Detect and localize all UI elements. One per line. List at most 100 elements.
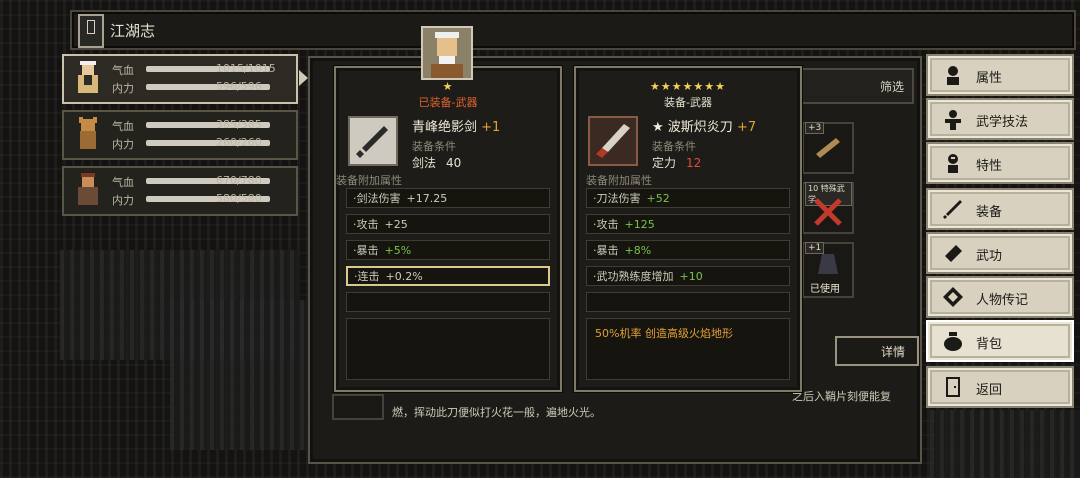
attribute-value: +52 bbox=[646, 192, 670, 205]
inventory-slot[interactable] bbox=[332, 394, 384, 420]
character-card-2[interactable]: 气血 385/385 内力 260/260 bbox=[62, 110, 298, 160]
star-icon: ★ bbox=[652, 120, 664, 135]
item-name-text: 波斯炽炎刀 bbox=[667, 120, 733, 135]
attribute-row-selected[interactable]: ·连击 +0.2% bbox=[346, 266, 550, 286]
attribute-name: ·连击 bbox=[354, 270, 380, 283]
menu-label: 装备 bbox=[976, 205, 1003, 220]
special-effect-text: 50%机率 创造高级火焰地形 bbox=[595, 327, 733, 340]
biography-icon bbox=[943, 287, 963, 307]
mp-value: 260/260 bbox=[216, 136, 262, 149]
item-name: ★ 波斯炽炎刀 +7 bbox=[652, 116, 756, 135]
filter-label: 筛选 bbox=[879, 80, 904, 94]
menu-bag[interactable]: 背包 bbox=[926, 320, 1074, 362]
item-upgrade: +1 bbox=[481, 120, 501, 135]
attribute-value: +0.2% bbox=[385, 270, 423, 283]
attribute-title: 装备附加属性 bbox=[586, 174, 652, 187]
menu-label: 返回 bbox=[976, 383, 1003, 398]
menu-traits[interactable]: 特性 bbox=[926, 142, 1074, 184]
requirement: 定力 12 bbox=[652, 154, 701, 171]
inventory-slot[interactable]: +1 已使用 bbox=[802, 242, 854, 298]
hp-value: 1015/1015 bbox=[216, 62, 276, 75]
hp-label: 气血 bbox=[112, 120, 134, 133]
requirement-value: 40 bbox=[446, 156, 462, 170]
attribute-row: ·攻击 +25 bbox=[346, 214, 550, 234]
attribute-name: ·剑法伤害 bbox=[353, 192, 401, 205]
mp-label: 内力 bbox=[112, 194, 134, 207]
item-hint-text: 之后入鞘片刻便能复 bbox=[792, 390, 891, 403]
hp-label: 气血 bbox=[112, 176, 134, 189]
filter-button[interactable]: 筛选 bbox=[800, 68, 914, 104]
attribute-name: ·暴击 bbox=[353, 244, 379, 257]
crossed-swords-icon bbox=[814, 198, 842, 226]
menu-label: 属性 bbox=[976, 71, 1003, 86]
menu-return[interactable]: 返回 bbox=[926, 366, 1074, 408]
trait-icon bbox=[948, 154, 958, 173]
attribute-value: +8% bbox=[624, 244, 652, 257]
menu-label: 背包 bbox=[976, 337, 1003, 352]
detail-label: 详情 bbox=[880, 345, 905, 359]
character-portrait-icon bbox=[78, 61, 98, 93]
item-name-text: 青峰绝影剑 bbox=[412, 120, 478, 135]
detail-button[interactable]: 详情 bbox=[835, 336, 919, 366]
item-stars: ★★★★★★★ bbox=[649, 80, 727, 93]
equipped-item-card: ★ 已装备-武器 青峰绝影剑 +1 装备条件 剑法 40 装备附加属性 ·剑法伤害… bbox=[334, 66, 562, 392]
belt-icon bbox=[816, 138, 840, 158]
attribute-value: +10 bbox=[679, 270, 703, 283]
book-icon[interactable] bbox=[78, 14, 104, 48]
hp-value: 385/385 bbox=[216, 118, 262, 131]
item-upgrade: +7 bbox=[736, 120, 757, 135]
menu-biography[interactable]: 人物传记 bbox=[926, 276, 1074, 318]
door-icon bbox=[946, 377, 960, 397]
robe-icon bbox=[818, 254, 838, 274]
requirement-stat: 剑法 bbox=[412, 156, 437, 170]
attribute-row: ·武功熟练度增加 +10 bbox=[586, 266, 790, 286]
character-portrait-icon bbox=[79, 117, 97, 149]
menu-label: 特性 bbox=[976, 159, 1003, 174]
bag-icon bbox=[944, 332, 962, 351]
requirement-stat: 定力 bbox=[652, 156, 677, 170]
attribute-value: +25 bbox=[384, 218, 408, 231]
hp-value: 670/780 bbox=[216, 174, 262, 187]
menu-label: 武学技法 bbox=[976, 115, 1029, 130]
attribute-row: ·攻击 +125 bbox=[586, 214, 790, 234]
requirement-label: 装备条件 bbox=[652, 140, 696, 153]
requirement: 剑法 40 bbox=[412, 154, 461, 171]
character-avatar bbox=[421, 26, 473, 80]
mp-label: 内力 bbox=[112, 82, 134, 95]
attribute-name: ·刀法伤害 bbox=[593, 192, 641, 205]
selected-arrow-icon bbox=[299, 70, 308, 86]
attribute-row: ·刀法伤害 +52 bbox=[586, 188, 790, 208]
character-portrait-icon bbox=[78, 173, 98, 205]
attribute-title: 装备附加属性 bbox=[336, 174, 402, 187]
hp-label: 气血 bbox=[112, 64, 134, 77]
character-card-3[interactable]: 气血 670/780 内力 580/580 bbox=[62, 166, 298, 216]
menu-martial-techniques[interactable]: 武学技法 bbox=[926, 98, 1074, 140]
item-header: 已装备-武器 bbox=[418, 96, 478, 109]
martial-arts-icon bbox=[945, 110, 961, 130]
requirement-value: 12 bbox=[686, 156, 702, 170]
sword-item-icon bbox=[348, 116, 398, 166]
character-card-1[interactable]: 气血 1015/1015 内力 596/596 bbox=[62, 54, 308, 104]
item-name: 青峰绝影剑 +1 bbox=[412, 116, 500, 135]
attribute-row: ·暴击 +8% bbox=[586, 240, 790, 260]
slot-tag: +3 bbox=[805, 122, 825, 134]
character-portrait-icon bbox=[431, 32, 463, 78]
top-bar: 江湖志 bbox=[70, 10, 1076, 50]
attribute-name: ·暴击 bbox=[593, 244, 619, 257]
compare-item-card: ★★★★★★★ 装备-武器 ★ 波斯炽炎刀 +7 装备条件 定力 12 装备附加属… bbox=[574, 66, 802, 392]
menu-equipment[interactable]: 装备 bbox=[926, 188, 1074, 230]
inventory-slot[interactable]: 10 特殊武学 bbox=[802, 182, 854, 234]
menu-martial-skills[interactable]: 武功 bbox=[926, 232, 1074, 274]
requirement-label: 装备条件 bbox=[412, 140, 456, 153]
attribute-value: +5% bbox=[384, 244, 412, 257]
window-title: 江湖志 bbox=[110, 22, 156, 40]
menu-label: 武功 bbox=[976, 249, 1003, 264]
empty-attribute-row bbox=[586, 292, 790, 312]
menu-label: 人物传记 bbox=[976, 293, 1029, 308]
attribute-name: ·攻击 bbox=[593, 218, 619, 231]
inventory-slot[interactable]: +3 bbox=[802, 122, 854, 174]
attribute-row: ·暴击 +5% bbox=[346, 240, 550, 260]
menu-attributes[interactable]: 属性 bbox=[926, 54, 1074, 96]
used-label: 已使用 bbox=[810, 284, 840, 295]
item-description: 燃，挥动此刀便似打火花一般，遍地火光。 bbox=[392, 406, 601, 419]
